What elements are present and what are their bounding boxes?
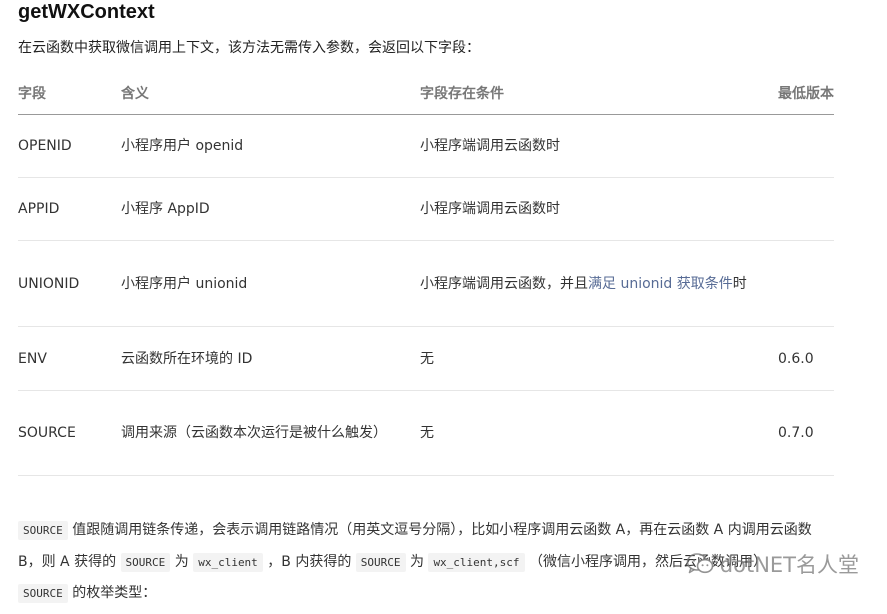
cell-meaning: 云函数所在环境的 ID	[121, 326, 420, 391]
code-wx-client-scf: wx_client,scf	[428, 553, 525, 572]
paragraph-text: 为	[170, 554, 194, 570]
cell-min-version	[778, 114, 834, 178]
code-source: SOURCE	[18, 584, 68, 603]
header-meaning: 含义	[121, 72, 420, 115]
page-title: getWXContext	[18, 1, 155, 23]
code-source: SOURCE	[18, 521, 68, 540]
table-row: ENV 云函数所在环境的 ID 无 0.6.0	[18, 326, 834, 391]
code-wx-client: wx_client	[193, 553, 263, 572]
cell-condition: 小程序端调用云函数时	[420, 177, 778, 241]
paragraph-line: SOURCE 的枚举类型：	[18, 582, 858, 605]
table-row: APPID 小程序 AppID 小程序端调用云函数时	[18, 177, 834, 241]
cell-condition: 小程序端调用云函数，并且满足 unionid 获取条件时	[420, 240, 778, 327]
watermark: dotNET名人堂	[686, 549, 859, 579]
header-condition: 字段存在条件	[420, 72, 778, 115]
paragraph-text: B，则 A 获得的	[18, 554, 121, 570]
header-min-version: 最低版本	[778, 72, 834, 115]
cell-field: UNIONID	[18, 240, 121, 327]
cell-condition: 无	[420, 326, 778, 391]
table-row: SOURCE 调用来源（云函数本次运行是被什么触发） 无 0.7.0	[18, 390, 834, 476]
code-source: SOURCE	[355, 553, 406, 572]
cell-min-version: 0.6.0	[778, 326, 834, 391]
cell-condition: 无	[420, 390, 778, 476]
cell-meaning: 小程序用户 unionid	[121, 240, 420, 327]
unionid-condition-link[interactable]: 满足 unionid 获取条件	[588, 276, 733, 292]
intro-text: 在云函数中获取微信调用上下文，该方法无需传入参数，会返回以下字段：	[18, 40, 480, 56]
table-row: UNIONID 小程序用户 unionid 小程序端调用云函数，并且满足 uni…	[18, 240, 834, 327]
table-row: OPENID 小程序用户 openid 小程序端调用云函数时	[18, 114, 834, 178]
condition-prefix: 小程序端调用云函数，并且	[420, 275, 588, 292]
paragraph-text: 值跟随调用链条传递，会表示调用链路情况（用英文逗号分隔），比如小程序调用云函数 …	[67, 522, 812, 538]
cell-meaning: 小程序用户 openid	[121, 114, 420, 178]
fields-table: 字段 含义 字段存在条件 最低版本 OPENID 小程序用户 openid 小程…	[18, 72, 834, 476]
cell-min-version	[778, 177, 834, 241]
cell-field: OPENID	[18, 114, 121, 178]
condition-suffix: 时	[732, 275, 747, 292]
cell-field: ENV	[18, 326, 121, 391]
cell-min-version: 0.7.0	[778, 390, 834, 476]
cell-field: APPID	[18, 177, 121, 241]
cell-min-version	[778, 240, 834, 327]
watermark-text: dotNET名人堂	[719, 553, 859, 577]
cell-meaning: 小程序 AppID	[121, 177, 420, 241]
cell-field: SOURCE	[18, 390, 121, 476]
code-source: SOURCE	[120, 553, 171, 572]
paragraph-text: 的枚举类型：	[67, 585, 157, 601]
paragraph-text: 为	[405, 554, 429, 570]
wechat-icon	[686, 552, 714, 576]
cell-meaning: 调用来源（云函数本次运行是被什么触发）	[121, 390, 420, 476]
table-header-row: 字段 含义 字段存在条件 最低版本	[18, 72, 834, 115]
header-field: 字段	[18, 72, 121, 115]
paragraph-line: SOURCE 值跟随调用链条传递，会表示调用链路情况（用英文逗号分隔），比如小程…	[18, 519, 858, 542]
cell-condition: 小程序端调用云函数时	[420, 114, 778, 178]
paragraph-text: ，B 内获得的	[262, 554, 356, 570]
